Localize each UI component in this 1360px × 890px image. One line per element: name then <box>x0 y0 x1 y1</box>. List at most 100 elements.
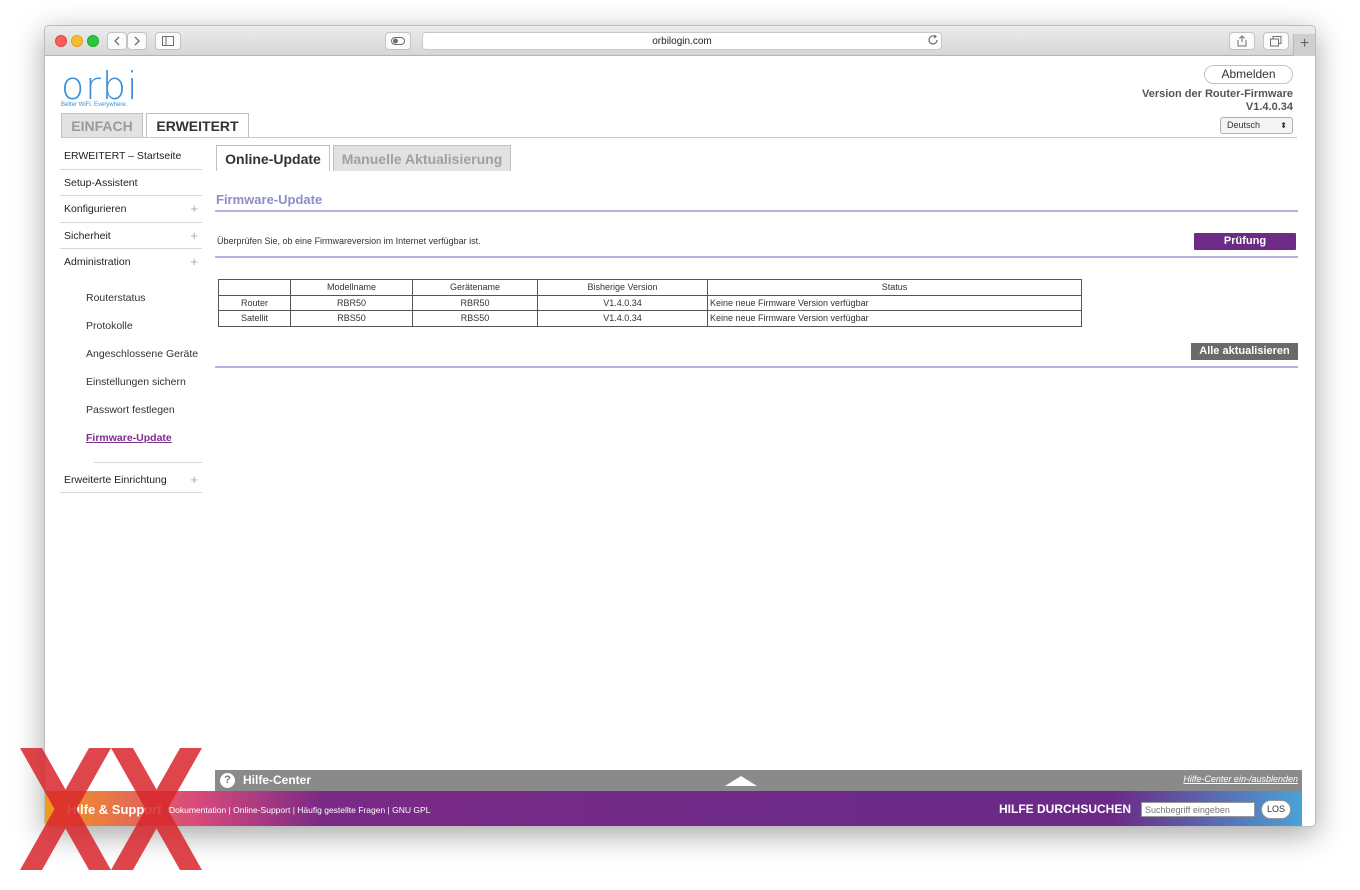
sidebar-item-label: Administration <box>64 256 131 268</box>
section-divider <box>215 256 1298 258</box>
close-window-button[interactable] <box>55 35 67 47</box>
sidebar-item-label: Setup-Assistent <box>64 176 138 189</box>
share-button[interactable] <box>1229 32 1255 50</box>
brand-tagline: Better WiFi. Everywhere. <box>61 102 128 108</box>
table-header: Gerätename <box>412 279 538 296</box>
minimize-window-button[interactable] <box>71 35 83 47</box>
forward-button[interactable] <box>127 32 147 50</box>
update-all-button[interactable]: Alle aktualisieren <box>1191 343 1298 360</box>
tab-online-update[interactable]: Online-Update <box>216 145 330 171</box>
firmware-version-info: Version der Router-Firmware V1.4.0.34 <box>1142 88 1293 114</box>
table-cell: RBR50 <box>290 294 413 311</box>
tab-manual-update[interactable]: Manuelle Aktualisierung <box>333 145 511 171</box>
sidebar-subitem-router-status[interactable]: Routerstatus <box>60 284 202 312</box>
watermark-xx-icon <box>20 748 202 870</box>
section-divider <box>215 366 1298 368</box>
sidebar-divider <box>94 461 202 463</box>
firmware-version-value: V1.4.0.34 <box>1245 101 1293 113</box>
expand-plus-icon[interactable]: + <box>190 223 198 249</box>
table-cell: RBS50 <box>412 310 538 327</box>
check-description: Überprüfen Sie, ob eine Firmwareversion … <box>217 236 481 246</box>
table-cell: V1.4.0.34 <box>537 310 708 327</box>
link-online-support[interactable]: Online-Support <box>233 805 290 815</box>
browser-toolbar: orbilogin.com + <box>45 26 1315 56</box>
tab-advanced-mode[interactable]: ERWEITERT <box>146 113 249 138</box>
help-search-label: HILFE DURCHSUCHEN <box>999 802 1131 816</box>
table-cell: RBS50 <box>290 310 413 327</box>
sidebar-nav: ERWEITERT – Startseite Setup-Assistent K… <box>60 143 202 493</box>
table-header: Status <box>707 279 1082 296</box>
link-separator: | <box>292 805 295 815</box>
link-gnu-gpl[interactable]: GNU GPL <box>392 805 430 815</box>
section-divider <box>215 210 1298 212</box>
check-button[interactable]: Prüfung <box>1194 233 1296 250</box>
help-search-button[interactable]: LOS <box>1261 800 1291 819</box>
sidebar-item-setup-wizard[interactable]: Setup-Assistent <box>60 170 202 196</box>
table-row: Router RBR50 RBR50 V1.4.0.34 Keine neue … <box>218 294 1082 311</box>
table-header: Bisherige Version <box>537 279 708 296</box>
section-title: Firmware-Update <box>216 192 323 207</box>
share-icon <box>1237 35 1247 47</box>
language-select-value: Deutsch <box>1227 120 1261 130</box>
table-row: Satellit RBS50 RBS50 V1.4.0.34 Keine neu… <box>218 310 1082 327</box>
help-search-input[interactable] <box>1141 802 1255 817</box>
link-separator: | <box>228 805 231 815</box>
sidebar-item-label: ERWEITERT – Startseite <box>64 150 182 162</box>
tab-simple-mode[interactable]: EINFACH <box>61 113 143 137</box>
chevron-left-icon <box>114 36 120 46</box>
sidebar-subitem-set-password[interactable]: Passwort festlegen <box>60 396 202 424</box>
link-faq[interactable]: Häufig gestellte Fragen <box>297 805 385 815</box>
sidebar-subitem-firmware-update[interactable]: Firmware-Update <box>60 424 202 452</box>
select-arrows-icon: ⬍ <box>1280 121 1287 130</box>
sidebar-toggle-button[interactable] <box>155 32 181 50</box>
tabs-icon <box>1270 35 1282 46</box>
table-cell: Router <box>218 294 291 311</box>
help-center-bar[interactable]: ? Hilfe-Center Hilfe-Center ein-/ausblen… <box>215 770 1302 791</box>
reader-toggle-icon <box>391 37 405 45</box>
main-content: Online-Update Manuelle Aktualisierung Fi… <box>215 143 1303 770</box>
zoom-window-button[interactable] <box>87 35 99 47</box>
sidebar-icon <box>162 36 174 46</box>
sidebar-item-label: Sicherheit <box>64 229 111 242</box>
sidebar-subitem-logs[interactable]: Protokolle <box>60 312 202 340</box>
sidebar-item-advanced-setup[interactable]: Erweiterte Einrichtung + <box>60 467 202 493</box>
new-tab-button[interactable]: + <box>1293 34 1315 56</box>
sidebar-item-administration[interactable]: Administration + <box>60 249 202 276</box>
address-bar-url: orbilogin.com <box>652 36 712 47</box>
expand-plus-icon[interactable]: + <box>190 249 198 275</box>
sidebar-item-label: Erweiterte Einrichtung <box>64 473 167 486</box>
table-cell: Satellit <box>218 310 291 327</box>
table-cell: RBR50 <box>412 294 538 311</box>
reader-button[interactable] <box>385 32 411 50</box>
table-cell: V1.4.0.34 <box>537 294 708 311</box>
logout-button[interactable]: Abmelden <box>1204 65 1293 84</box>
browser-window: orbilogin.com + orbi Better WiFi. Everyw… <box>44 25 1316 827</box>
plus-icon: + <box>1299 35 1310 52</box>
support-links: Dokumentation | Online-Support | Häufig … <box>169 805 430 815</box>
table-cell: Keine neue Firmware Version verfügbar <box>707 310 1082 327</box>
reload-icon[interactable] <box>927 34 939 49</box>
header-divider <box>61 137 1297 138</box>
link-separator: | <box>387 805 390 815</box>
sidebar-subitem-attached-devices[interactable]: Angeschlossene Geräte <box>60 340 202 368</box>
support-bar: Hilfe & Support Dokumentation | Online-S… <box>45 791 1302 826</box>
sidebar-item-configure[interactable]: Konfigurieren + <box>60 196 202 223</box>
table-header: Modellname <box>290 279 413 296</box>
expand-plus-icon[interactable]: + <box>190 196 198 222</box>
address-bar[interactable]: orbilogin.com <box>422 32 942 50</box>
firmware-table: Modellname Gerätename Bisherige Version … <box>218 279 1082 327</box>
table-header-row: Modellname Gerätename Bisherige Version … <box>218 279 1082 296</box>
firmware-version-label: Version der Router-Firmware <box>1142 88 1293 100</box>
sidebar-item-advanced-home[interactable]: ERWEITERT – Startseite <box>60 143 202 170</box>
sidebar-item-label: Konfigurieren <box>64 203 127 215</box>
back-button[interactable] <box>107 32 127 50</box>
tabs-overview-button[interactable] <box>1263 32 1289 50</box>
expand-plus-icon[interactable]: + <box>190 467 198 493</box>
help-center-title: Hilfe-Center <box>243 773 312 787</box>
language-select[interactable]: Deutsch ⬍ <box>1220 117 1293 134</box>
expand-up-icon[interactable] <box>725 776 757 786</box>
sidebar-subitem-backup-settings[interactable]: Einstellungen sichern <box>60 368 202 396</box>
sidebar-item-security[interactable]: Sicherheit + <box>60 223 202 249</box>
help-question-icon: ? <box>220 773 235 788</box>
help-center-toggle-link[interactable]: Hilfe-Center ein-/ausblenden <box>1183 774 1298 784</box>
